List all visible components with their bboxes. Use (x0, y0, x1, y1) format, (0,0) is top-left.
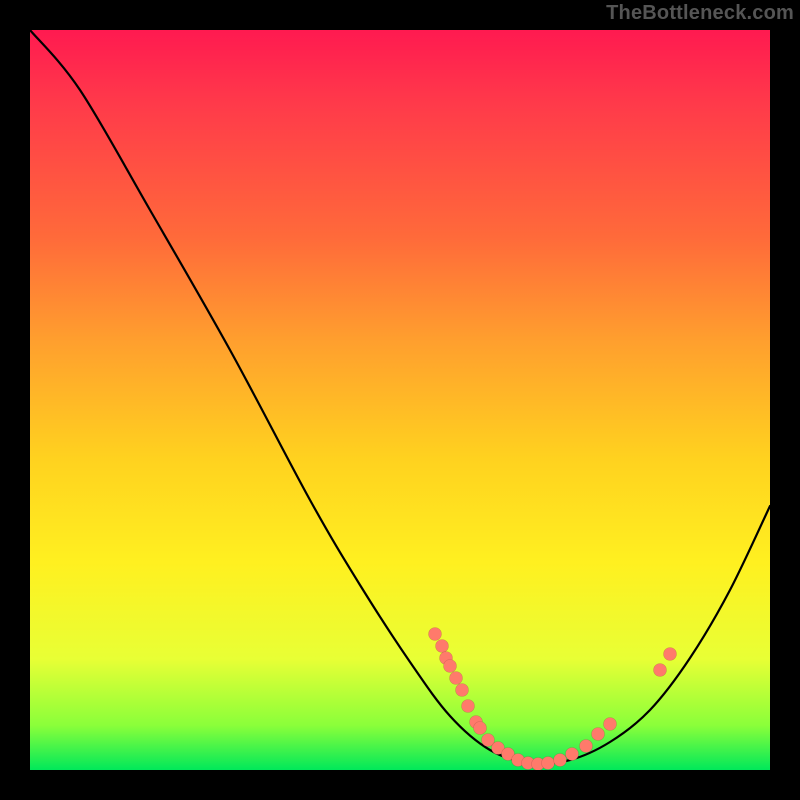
data-point (462, 700, 475, 713)
data-point (566, 748, 579, 761)
data-point (474, 722, 487, 735)
data-point (554, 754, 567, 767)
plot-area (30, 30, 770, 770)
data-point (436, 640, 449, 653)
bottleneck-curve (30, 30, 770, 764)
chart-svg (30, 30, 770, 770)
data-point (592, 728, 605, 741)
data-point (580, 740, 593, 753)
data-point (444, 660, 457, 673)
data-point (450, 672, 463, 685)
watermark-text: TheBottleneck.com (606, 2, 794, 25)
data-point (456, 684, 469, 697)
data-point (604, 718, 617, 731)
marker-group (429, 628, 677, 771)
data-point (664, 648, 677, 661)
data-point (429, 628, 442, 641)
data-point (542, 757, 555, 770)
data-point (654, 664, 667, 677)
chart-frame: TheBottleneck.com (0, 0, 800, 800)
